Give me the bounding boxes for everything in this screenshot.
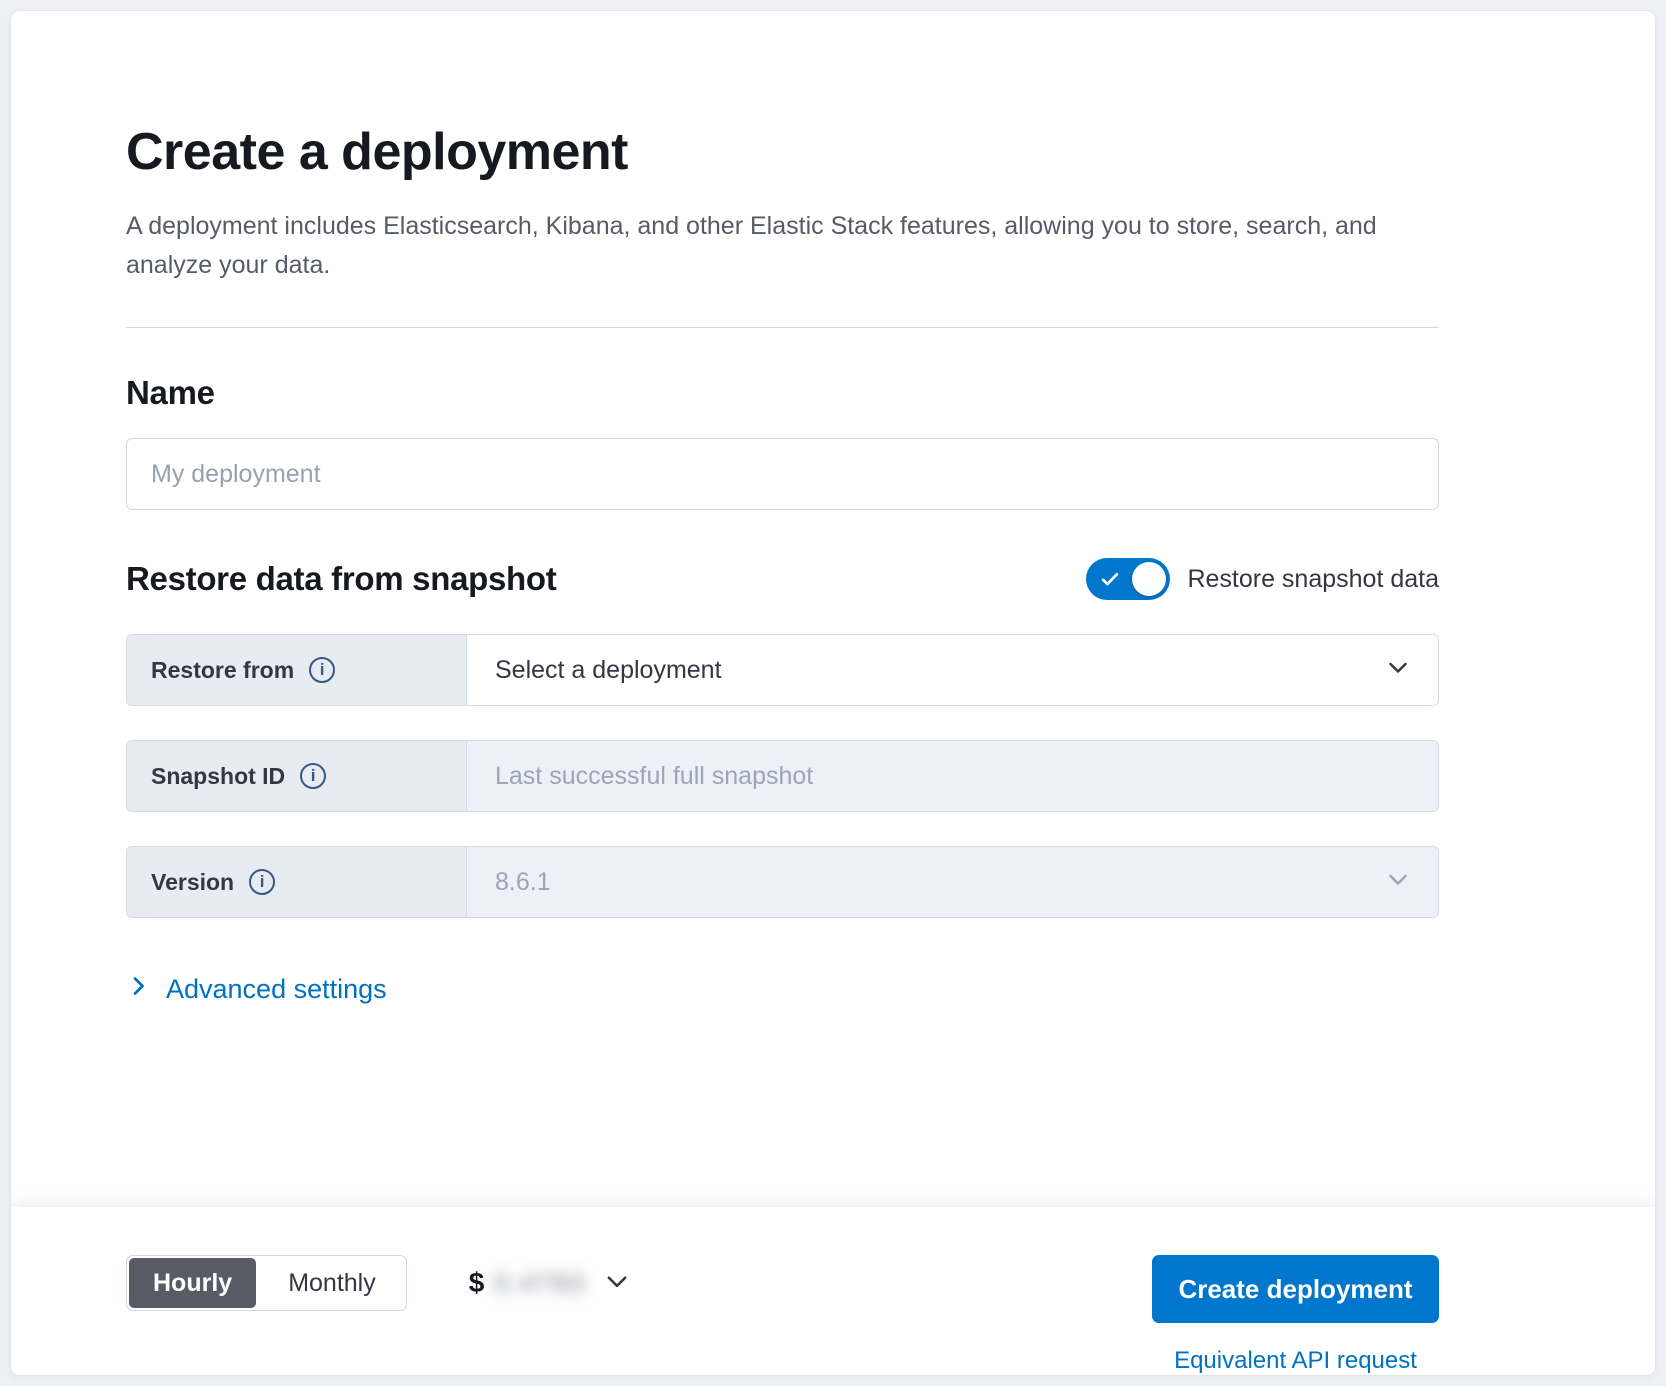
price-dropdown[interactable]: $ 0.4793 xyxy=(469,1255,630,1311)
row-label-text: Version xyxy=(151,869,234,896)
monthly-button[interactable]: Monthly xyxy=(258,1256,406,1310)
billing-toggle-group: Hourly Monthly xyxy=(126,1255,407,1311)
restore-from-select[interactable]: Select a deployment xyxy=(467,635,1438,705)
chevron-right-icon xyxy=(126,974,150,1005)
restore-snapshot-toggle[interactable] xyxy=(1086,558,1170,600)
create-deployment-card: Create a deployment A deployment include… xyxy=(10,10,1656,1376)
hourly-button[interactable]: Hourly xyxy=(129,1258,256,1308)
deployment-name-input[interactable] xyxy=(126,438,1439,510)
equivalent-api-link[interactable]: Equivalent API request xyxy=(1152,1347,1439,1375)
select-value: Select a deployment xyxy=(495,656,722,685)
price-amount-blurred: 0.4793 xyxy=(494,1268,586,1299)
version-select: 8.6.1 xyxy=(467,847,1438,917)
divider xyxy=(126,327,1439,328)
toggle-knob xyxy=(1132,562,1166,596)
advanced-settings-label: Advanced settings xyxy=(166,974,387,1005)
toggle-label: Restore snapshot data xyxy=(1187,565,1439,594)
chevron-down-icon xyxy=(604,1268,630,1299)
snapshot-heading: Restore data from snapshot xyxy=(126,560,556,598)
check-icon xyxy=(1099,568,1121,590)
snapshot-id-input: Last successful full snapshot xyxy=(467,741,1438,811)
row-label-text: Restore from xyxy=(151,657,294,684)
info-icon[interactable] xyxy=(300,763,326,789)
create-deployment-button[interactable]: Create deployment xyxy=(1152,1255,1439,1323)
row-label-text: Snapshot ID xyxy=(151,763,285,790)
footer-bar: Hourly Monthly $ 0.4793 Create deploymen… xyxy=(11,1207,1655,1375)
footer-actions: Create deployment Equivalent API request xyxy=(1152,1255,1439,1375)
input-placeholder: Last successful full snapshot xyxy=(495,762,813,791)
restore-snapshot-toggle-group: Restore snapshot data xyxy=(1086,558,1439,600)
snapshot-section-header: Restore data from snapshot Restore snaps… xyxy=(126,558,1439,600)
version-row: Version 8.6.1 xyxy=(126,846,1439,918)
name-heading: Name xyxy=(126,374,1439,412)
chevron-down-icon xyxy=(1386,655,1410,686)
info-icon[interactable] xyxy=(309,657,335,683)
page-subtitle: A deployment includes Elasticsearch, Kib… xyxy=(126,207,1396,285)
main-content: Create a deployment A deployment include… xyxy=(11,11,1655,1005)
snapshot-id-label: Snapshot ID xyxy=(127,741,467,811)
select-value: 8.6.1 xyxy=(495,868,551,897)
info-icon[interactable] xyxy=(249,869,275,895)
page-title: Create a deployment xyxy=(126,121,1439,183)
advanced-settings-link[interactable]: Advanced settings xyxy=(126,974,387,1005)
price-currency: $ xyxy=(469,1267,485,1299)
restore-from-label: Restore from xyxy=(127,635,467,705)
snapshot-id-row: Snapshot ID Last successful full snapsho… xyxy=(126,740,1439,812)
chevron-down-icon xyxy=(1386,867,1410,898)
version-label: Version xyxy=(127,847,467,917)
restore-from-row: Restore from Select a deployment xyxy=(126,634,1439,706)
